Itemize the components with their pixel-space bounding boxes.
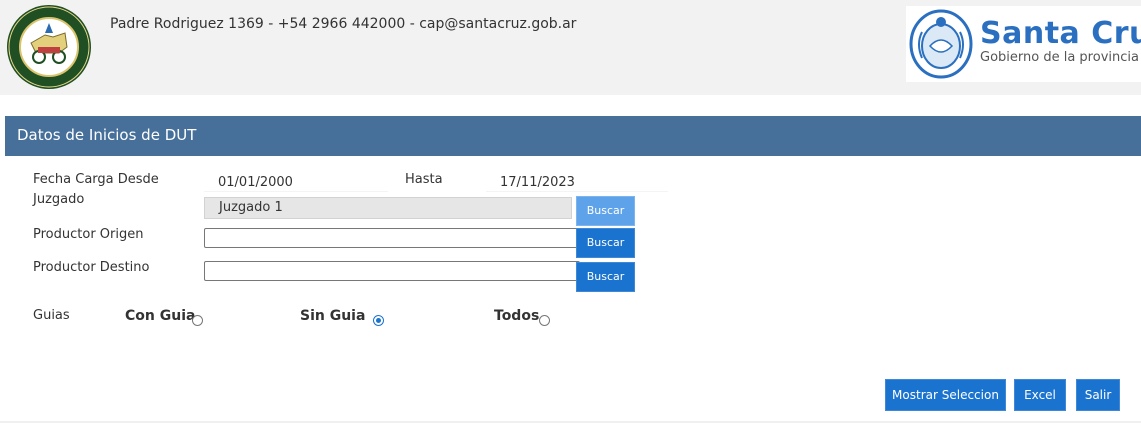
brand-subtitle: Gobierno de la provincia <box>980 50 1139 65</box>
panel-title-bar: Datos de Inicios de DUT <box>5 116 1141 156</box>
brand-name: Santa Cruz <box>980 16 1141 51</box>
productor-origen-label: Productor Origen <box>33 227 144 242</box>
hasta-input[interactable]: 17/11/2023 <box>486 174 668 192</box>
santa-cruz-logo: Santa Cruz Gobierno de la provincia <box>906 6 1141 82</box>
page-header: Padre Rodriguez 1369 - +54 2966 442000 -… <box>0 0 1141 95</box>
juzgado-field: Juzgado 1 <box>204 197 572 219</box>
santa-cruz-emblem-icon <box>908 8 974 82</box>
consejo-agrario-seal-icon <box>5 3 93 91</box>
juzgado-buscar-button[interactable]: Buscar <box>576 196 635 226</box>
productor-destino-buscar-button[interactable]: Buscar <box>576 262 635 292</box>
excel-button[interactable]: Excel <box>1014 379 1066 411</box>
sin-guia-label: Sin Guia <box>300 308 366 324</box>
fecha-desde-label: Fecha Carga Desde <box>33 172 159 187</box>
juzgado-label: Juzgado <box>33 192 85 207</box>
todos-radio[interactable] <box>539 315 550 326</box>
sin-guia-radio[interactable] <box>373 315 384 326</box>
productor-origen-input[interactable] <box>204 228 580 248</box>
con-guia-label: Con Guia <box>125 308 196 324</box>
productor-destino-label: Productor Destino <box>33 260 150 275</box>
todos-label: Todos <box>494 308 540 324</box>
productor-origen-buscar-button[interactable]: Buscar <box>576 228 635 258</box>
con-guia-radio[interactable] <box>192 315 203 326</box>
mostrar-seleccion-button[interactable]: Mostrar Seleccion <box>885 379 1006 411</box>
salir-button[interactable]: Salir <box>1076 379 1120 411</box>
guias-label: Guias <box>33 308 70 323</box>
panel-title: Datos de Inicios de DUT <box>17 126 197 144</box>
productor-destino-input[interactable] <box>204 261 580 281</box>
fecha-desde-input[interactable]: 01/01/2000 <box>204 174 388 192</box>
header-contact-info: Padre Rodriguez 1369 - +54 2966 442000 -… <box>110 16 577 32</box>
hasta-label: Hasta <box>405 172 443 187</box>
